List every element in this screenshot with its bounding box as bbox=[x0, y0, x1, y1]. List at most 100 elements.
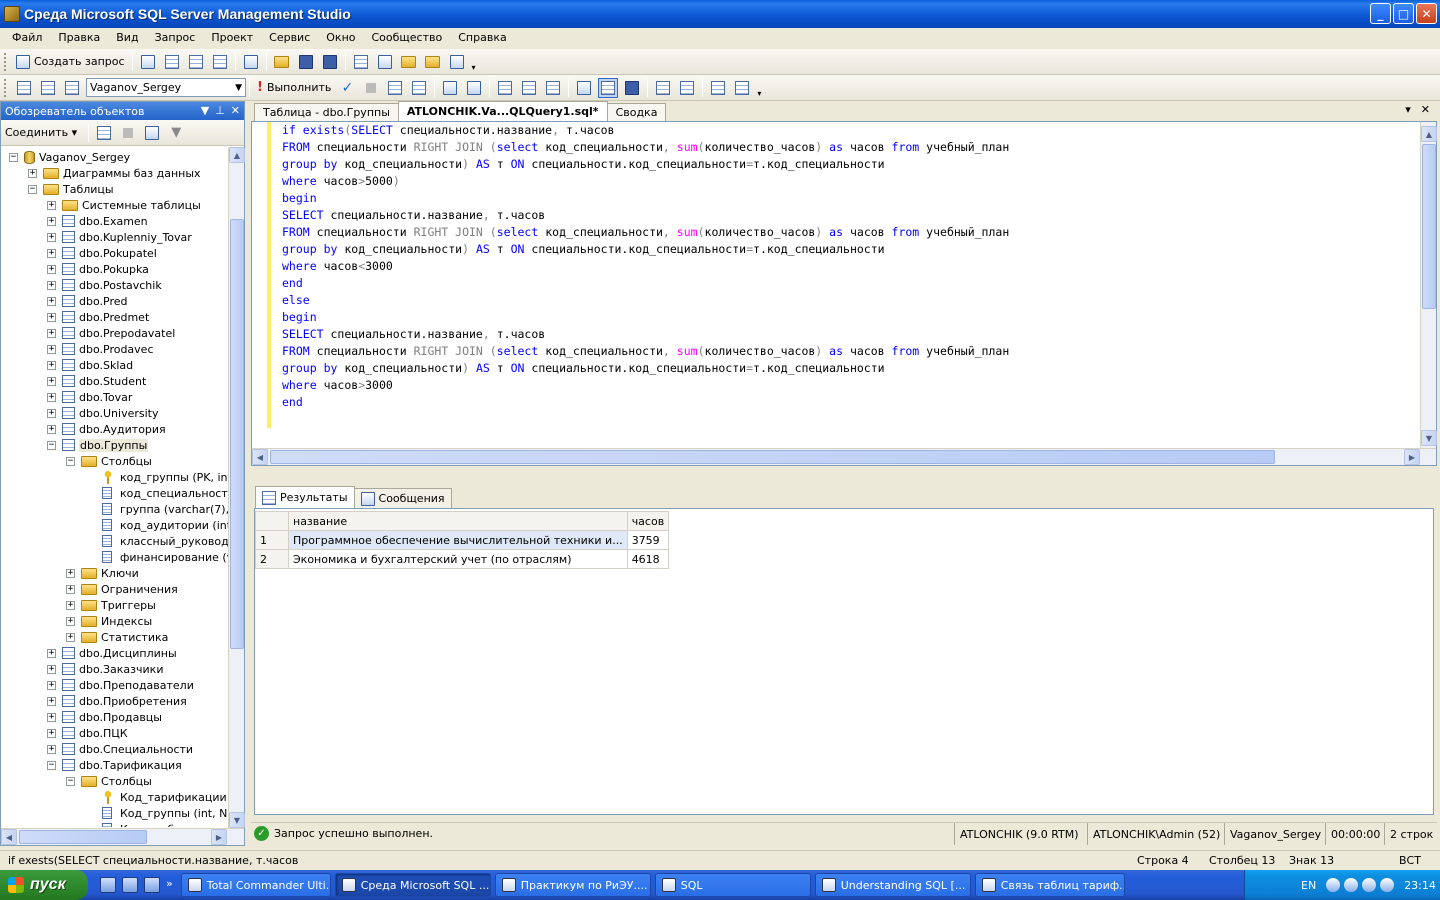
tree-node[interactable]: + dbo.Examen bbox=[47, 213, 148, 229]
tab-query[interactable]: ATLONCHIK.Va...QLQuery1.sql* bbox=[397, 101, 608, 121]
tree-node[interactable]: + dbo.Prepodavatel bbox=[47, 325, 175, 341]
tree-node[interactable]: − Vaganov_Sergey bbox=[9, 149, 130, 165]
expand-icon[interactable]: + bbox=[47, 248, 56, 258]
tree-node[interactable]: код_аудитории (int, bbox=[85, 517, 228, 533]
scroll-thumb[interactable] bbox=[19, 830, 147, 844]
grid-cell[interactable]: Экономика и бухгалтерский учет (по отрас… bbox=[288, 549, 628, 569]
code-line[interactable]: FROM специальности RIGHT JOIN (select ко… bbox=[282, 224, 1009, 241]
collapse-icon[interactable]: − bbox=[66, 776, 75, 786]
scroll-left-button[interactable]: ◀ bbox=[252, 449, 268, 465]
tree-node[interactable]: + Системные таблицы bbox=[47, 197, 201, 213]
expand-icon[interactable]: + bbox=[47, 712, 56, 722]
code-line[interactable]: group by код_специальности) AS т ON спец… bbox=[282, 360, 1009, 377]
scroll-thumb[interactable] bbox=[1422, 144, 1436, 309]
quick-launch-app-icon[interactable] bbox=[144, 877, 160, 893]
expand-icon[interactable]: + bbox=[47, 392, 56, 402]
database-select[interactable]: Vaganov_Sergey ▼ bbox=[86, 78, 246, 97]
code-line[interactable]: group by код_специальности) AS т ON спец… bbox=[282, 241, 1009, 258]
code-line[interactable]: end bbox=[282, 394, 1009, 411]
tree-node[interactable]: + Триггеры bbox=[66, 597, 156, 613]
new-project-button[interactable] bbox=[241, 52, 261, 72]
tree-node[interactable]: − dbo.Группы bbox=[47, 437, 149, 453]
tree-node[interactable]: код_группы (PK, int, bbox=[85, 469, 228, 485]
code-line[interactable]: SELECT специальности.название, т.часов bbox=[282, 326, 1009, 343]
connect-button[interactable] bbox=[14, 78, 34, 98]
window-position-icon[interactable]: ▼ bbox=[201, 102, 209, 120]
code-line[interactable]: where часов>3000 bbox=[282, 377, 1009, 394]
row-number[interactable]: 1 bbox=[255, 530, 289, 550]
tree-node[interactable]: + dbo.Sklad bbox=[47, 357, 133, 373]
code-line[interactable]: begin bbox=[282, 190, 1009, 207]
uncomment-button[interactable] bbox=[677, 78, 697, 98]
tree-node[interactable]: + dbo.Kuplenniy_Tovar bbox=[47, 229, 192, 245]
tree-node[interactable]: Код_группы (int, NUI bbox=[85, 805, 228, 821]
expand-icon[interactable]: + bbox=[47, 312, 56, 322]
code-line[interactable]: FROM специальности RIGHT JOIN (select ко… bbox=[282, 343, 1009, 360]
change-connection-button[interactable] bbox=[62, 78, 82, 98]
template-explorer-button[interactable] bbox=[399, 52, 419, 72]
taskbar-item-word-practicum[interactable]: Практикум по РиЭУ.... bbox=[494, 873, 651, 897]
database-engine-query-button[interactable] bbox=[162, 52, 182, 72]
oe-stop-button[interactable] bbox=[118, 123, 138, 143]
code-line[interactable]: FROM специальности RIGHT JOIN (select ко… bbox=[282, 139, 1009, 156]
toolbar-overflow-icon[interactable]: ▾ bbox=[469, 52, 479, 72]
antivirus-icon[interactable] bbox=[1380, 878, 1395, 892]
menu-community[interactable]: Сообщество bbox=[364, 28, 451, 48]
taskbar-item-understanding-sql[interactable]: Understanding SQL [... bbox=[814, 873, 971, 897]
expand-icon[interactable]: + bbox=[47, 264, 56, 274]
expand-icon[interactable]: + bbox=[47, 216, 56, 226]
taskbar-item-sql-help[interactable]: SQL bbox=[654, 873, 811, 897]
toolbar-overflow-icon[interactable]: ▾ bbox=[754, 78, 764, 98]
grid-cell[interactable]: Программное обеспечение вычислительной т… bbox=[288, 530, 628, 550]
expand-icon[interactable]: + bbox=[47, 696, 56, 706]
tray-arrow-icon[interactable] bbox=[1326, 878, 1341, 892]
results-to-grid-button[interactable] bbox=[598, 77, 619, 98]
expand-icon[interactable]: + bbox=[66, 600, 75, 610]
tree-node[interactable]: − dbo.Тарификация bbox=[47, 757, 182, 773]
tree-node[interactable]: + dbo.Pred bbox=[47, 293, 127, 309]
oe-filter-button[interactable]: ▼ bbox=[166, 123, 186, 143]
tree-node[interactable]: + dbo.Аудитория bbox=[47, 421, 166, 437]
expand-icon[interactable]: + bbox=[47, 744, 56, 754]
disconnect-button[interactable] bbox=[38, 78, 58, 98]
scroll-down-button[interactable]: ▼ bbox=[229, 812, 245, 828]
registered-servers-button[interactable] bbox=[351, 52, 371, 72]
menu-project[interactable]: Проект bbox=[203, 28, 261, 48]
collapse-icon[interactable]: − bbox=[9, 152, 18, 162]
expand-icon[interactable]: + bbox=[47, 200, 56, 210]
save-button[interactable] bbox=[296, 52, 316, 72]
tree-node[interactable]: + Индексы bbox=[66, 613, 152, 629]
tree-node[interactable]: + Статистика bbox=[66, 629, 168, 645]
menu-edit[interactable]: Правка bbox=[50, 28, 108, 48]
expand-icon[interactable]: + bbox=[47, 328, 56, 338]
quick-launch-more-icon[interactable]: » bbox=[166, 877, 173, 893]
tree-node[interactable]: + dbo.Postavchik bbox=[47, 277, 162, 293]
tab-summary[interactable]: Сводка bbox=[606, 103, 667, 121]
code-line[interactable]: where часов>5000) bbox=[282, 173, 1009, 190]
quick-launch-app-icon[interactable] bbox=[100, 877, 116, 893]
collapse-icon[interactable]: − bbox=[28, 184, 37, 194]
parse-button[interactable]: ✓ bbox=[337, 78, 357, 98]
expand-icon[interactable]: + bbox=[66, 568, 75, 578]
sql-editor[interactable]: if exists(SELECT специальности.название,… bbox=[251, 121, 1437, 466]
tree-node[interactable]: код_специальности bbox=[85, 485, 228, 501]
tree-node[interactable]: + dbo.Tovar bbox=[47, 389, 132, 405]
tree-node[interactable]: + dbo.Продавцы bbox=[47, 709, 162, 725]
tree-node[interactable]: + dbo.ПЦК bbox=[47, 725, 128, 741]
comment-button[interactable] bbox=[653, 78, 673, 98]
menu-tools[interactable]: Сервис bbox=[261, 28, 318, 48]
network-icon[interactable] bbox=[1344, 878, 1359, 892]
expand-icon[interactable]: + bbox=[47, 376, 56, 386]
save-all-button[interactable] bbox=[320, 52, 340, 72]
column-header-name[interactable]: название bbox=[288, 511, 628, 531]
collapse-icon[interactable]: − bbox=[66, 456, 75, 466]
open-file-button[interactable] bbox=[272, 52, 292, 72]
volume-icon[interactable] bbox=[1362, 878, 1377, 892]
solution-explorer-button[interactable] bbox=[423, 52, 443, 72]
code-line[interactable]: end bbox=[282, 275, 1009, 292]
menu-help[interactable]: Справка bbox=[450, 28, 514, 48]
intellisense-button[interactable] bbox=[464, 78, 484, 98]
autohide-pin-icon[interactable]: ⊥ bbox=[215, 102, 225, 120]
expand-icon[interactable]: + bbox=[47, 424, 56, 434]
expand-icon[interactable]: + bbox=[28, 168, 37, 178]
